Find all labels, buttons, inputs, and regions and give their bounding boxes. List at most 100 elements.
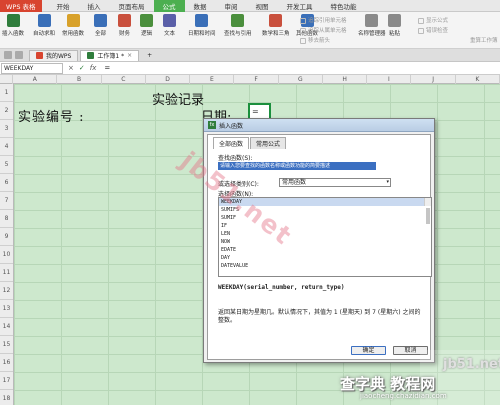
ribbon-button-star[interactable]: 常用函数: [62, 14, 84, 37]
recalculate-button[interactable]: 重算工作簿: [470, 36, 498, 44]
column-header[interactable]: J: [411, 75, 456, 84]
row-header[interactable]: 13: [0, 300, 13, 318]
ribbon-button-math[interactable]: 数学和三角: [262, 14, 290, 37]
fx-icon[interactable]: fx: [90, 64, 97, 72]
column-header[interactable]: I: [367, 75, 412, 84]
dialog-title-bar: fx 插入函数: [204, 119, 434, 132]
column-header[interactable]: H: [323, 75, 368, 84]
function-list-item[interactable]: SUMIFS: [219, 206, 431, 214]
function-search-input[interactable]: 请输入您要查找的函数名称或函数功能的简要描述: [218, 162, 376, 170]
menu-item-7[interactable]: 开发工具: [278, 0, 322, 12]
row-header[interactable]: 7: [0, 192, 13, 210]
close-tab-icon[interactable]: ×: [127, 52, 132, 59]
column-header[interactable]: G: [279, 75, 323, 84]
paste-icon: [388, 14, 401, 27]
ribbon-button-text[interactable]: 文本: [163, 14, 176, 37]
function-list[interactable]: WEEKDAY SUMIFS SUMIF IF LEN NOW EDATE DAY DATEVA…: [218, 197, 432, 277]
menu-item-5[interactable]: 审阅: [216, 0, 247, 12]
row-header[interactable]: 1: [0, 84, 13, 102]
row-header[interactable]: 14: [0, 318, 13, 336]
row-header[interactable]: 3: [0, 120, 13, 138]
function-list-item[interactable]: EDATE: [219, 246, 431, 254]
ribbon-button-sum[interactable]: 自动求和: [33, 14, 55, 37]
ribbon-button-finance[interactable]: 财务: [118, 14, 131, 37]
menu-item-2[interactable]: 页面布局: [110, 0, 154, 12]
cancel-icon[interactable]: ×: [68, 64, 74, 72]
ribbon-button-logic[interactable]: 逻辑: [140, 14, 153, 37]
function-list-item[interactable]: LEN: [219, 230, 431, 238]
ok-button[interactable]: 确定: [351, 346, 386, 355]
ribbon-small-button-3[interactable]: 显示公式: [418, 16, 448, 24]
column-header[interactable]: E: [190, 75, 235, 84]
ribbon-button-all[interactable]: 全部: [94, 14, 107, 37]
function-list-item[interactable]: DAY: [219, 254, 431, 262]
row-header[interactable]: 8: [0, 210, 13, 228]
column-header[interactable]: A: [13, 75, 58, 84]
row-header[interactable]: 2: [0, 102, 13, 120]
confirm-icon[interactable]: ✓: [79, 64, 85, 72]
ribbon-button-clock[interactable]: 日期和时间: [188, 14, 216, 37]
ribbon-small-button-2[interactable]: 移去箭头: [300, 36, 330, 44]
column-header[interactable]: B: [57, 75, 102, 84]
ribbon-button-label: 插入函数: [2, 31, 25, 37]
column-header[interactable]: D: [146, 75, 191, 84]
row-header[interactable]: 17: [0, 372, 13, 390]
dialog-tabs: 全部函数 常用公式: [213, 137, 287, 149]
function-list-item[interactable]: NOW: [219, 238, 431, 246]
ribbon-small-button-1[interactable]: 追踪从属单元格: [300, 26, 347, 34]
tab-all-functions[interactable]: 全部函数: [213, 137, 250, 149]
category-select[interactable]: 常用函数 ▾: [279, 178, 391, 187]
menu-item-1[interactable]: 插入: [79, 0, 110, 12]
row-header[interactable]: 18: [0, 390, 13, 405]
wps-menu-button[interactable]: WPS 表格: [0, 0, 42, 12]
ribbon-button-names[interactable]: 名称管理器: [358, 14, 386, 37]
column-header[interactable]: C: [102, 75, 146, 84]
list-scrollbar[interactable]: [424, 198, 431, 224]
function-list-item[interactable]: IF: [219, 222, 431, 230]
ribbon-button-paste[interactable]: 粘贴: [388, 14, 401, 37]
ribbon-small-button-4[interactable]: 错误检查: [418, 26, 448, 34]
tab-common-formulas[interactable]: 常用公式: [250, 137, 287, 149]
menu-item-6[interactable]: 视图: [247, 0, 278, 12]
select-all-corner[interactable]: [0, 75, 14, 84]
ribbon-button-fx[interactable]: 插入函数: [2, 14, 24, 37]
function-list-item[interactable]: SUMIF: [219, 214, 431, 222]
name-box[interactable]: WEEKDAY: [1, 62, 63, 74]
ribbon-small-icon: [418, 17, 424, 24]
function-list-item[interactable]: WEEKDAY: [219, 198, 431, 206]
function-list-item[interactable]: DATEVALUE: [219, 262, 431, 270]
column-header[interactable]: F: [234, 75, 279, 84]
star-icon: [66, 14, 80, 27]
row-header[interactable]: 15: [0, 336, 13, 354]
row-header[interactable]: 5: [0, 156, 13, 174]
tab-my-wps[interactable]: 我的WPS: [29, 49, 79, 61]
ribbon-small-label: 移去箭头: [308, 38, 331, 44]
menu-item-0[interactable]: 开始: [48, 0, 79, 12]
all-icon: [94, 14, 107, 27]
ribbon-small-button-0[interactable]: 追踪引用单元格: [300, 16, 347, 24]
ribbon-button-lookup[interactable]: 查找与引用: [224, 14, 252, 37]
back-icon[interactable]: [4, 51, 12, 59]
menu-item-8[interactable]: 特色功能: [322, 0, 366, 12]
sum-icon: [37, 14, 51, 27]
ribbon-small-icon: [300, 37, 306, 44]
column-header[interactable]: K: [456, 75, 500, 84]
menu-item-3[interactable]: 公式: [153, 0, 185, 12]
ribbon-small-label: 显示公式: [426, 18, 449, 24]
row-header[interactable]: 11: [0, 264, 13, 282]
sheet-title-cell[interactable]: 实验记录: [152, 89, 204, 108]
row-header[interactable]: 16: [0, 354, 13, 372]
experiment-id-label[interactable]: 实验编号 :: [18, 106, 85, 125]
scroll-thumb[interactable]: [426, 208, 430, 224]
formula-input[interactable]: =: [104, 64, 110, 72]
tab-workbook[interactable]: 工作簿1 * ×: [80, 49, 140, 61]
row-header[interactable]: 10: [0, 246, 13, 264]
row-header[interactable]: 9: [0, 228, 13, 246]
add-tab-button[interactable]: +: [141, 50, 158, 61]
row-header[interactable]: 4: [0, 138, 13, 156]
chevron-down-icon[interactable]: ▾: [386, 179, 389, 186]
forward-icon[interactable]: [15, 51, 23, 59]
menu-item-4[interactable]: 数据: [185, 0, 216, 12]
row-header[interactable]: 12: [0, 282, 13, 300]
row-header[interactable]: 6: [0, 174, 13, 192]
